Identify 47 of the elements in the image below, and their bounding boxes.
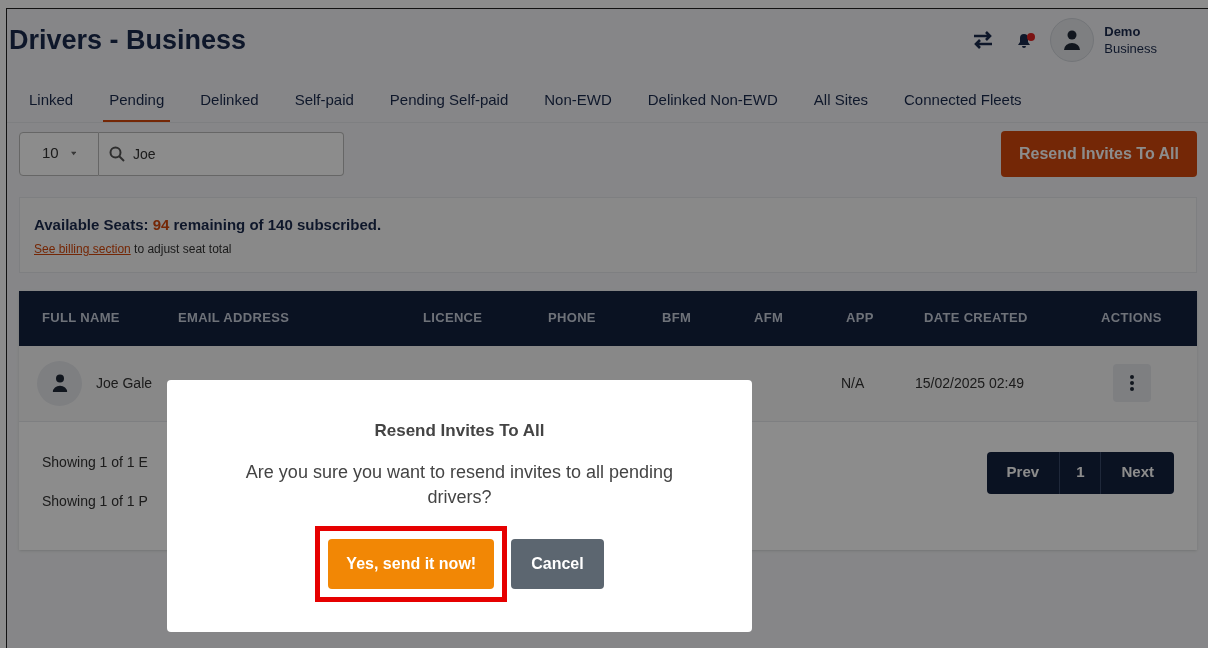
tab[interactable]: Connected Fleets (898, 89, 1028, 122)
table-cell-text: Joe Gale (96, 373, 153, 393)
avatar[interactable] (1050, 18, 1095, 62)
dialog-title: Resend Invites To All (374, 420, 545, 442)
column-header: BFM (662, 309, 692, 328)
column-header: APP (846, 309, 874, 328)
user-name: Demo (1104, 23, 1142, 40)
search-field[interactable]: Joe (99, 131, 344, 176)
caret-icon (70, 151, 76, 156)
cancel-button[interactable]: Cancel (511, 538, 604, 589)
tab[interactable]: Linked (23, 89, 80, 122)
dialog-message: Are you sure you want to resend invites to all pending drivers? (244, 460, 675, 509)
tab[interactable]: All Sites (807, 89, 874, 122)
search-icon (109, 145, 125, 162)
tab[interactable]: Self-paid (288, 89, 360, 122)
prev-button[interactable]: Prev (986, 451, 1061, 494)
column-header: PHONE (548, 309, 596, 328)
tab[interactable]: Delinked (194, 89, 265, 122)
column-header: ACTIONS (1101, 309, 1162, 328)
billing-link[interactable]: See billing section (34, 242, 131, 256)
resend-all-button[interactable]: Resend Invites To All (1000, 130, 1197, 177)
kebab-icon (1130, 375, 1134, 391)
person-icon (1063, 30, 1082, 50)
seats-summary: Available Seats: 94 remaining of 140 subscribed. (34, 214, 383, 235)
showing-count: Showing 1 of 1 E (42, 452, 148, 472)
column-header: FULL NAME (42, 309, 120, 328)
confirm-button[interactable]: Yes, send it now! (328, 538, 495, 589)
page-size-select[interactable]: 10 (19, 131, 99, 176)
column-header: EMAIL ADDRESS (178, 309, 290, 328)
tab[interactable]: Pending (103, 89, 171, 122)
column-header: LICENCE (423, 309, 483, 328)
tab[interactable]: Pending Self-paid (383, 89, 515, 122)
column-header: AFM (754, 309, 784, 328)
seats-note: to adjust seat total (134, 242, 232, 256)
tab[interactable]: Delinked Non-EWD (641, 89, 784, 122)
page-button[interactable]: 1 (1060, 451, 1102, 494)
showing-count: Showing 1 of 1 P (42, 491, 148, 511)
table-cell-text: N/A (841, 373, 865, 393)
page-title: Drivers - Business (9, 23, 247, 57)
tab[interactable]: Non-EWD (538, 89, 618, 122)
person-icon (51, 374, 68, 392)
next-button[interactable]: Next (1101, 451, 1174, 494)
swap-arrows-icon[interactable] (972, 31, 995, 49)
column-header: DATE CREATED (924, 309, 1028, 328)
more-actions-button[interactable] (1113, 364, 1151, 402)
table-cell-text: 15/02/2025 02:49 (915, 373, 1024, 393)
user-role: Business (1104, 40, 1157, 57)
